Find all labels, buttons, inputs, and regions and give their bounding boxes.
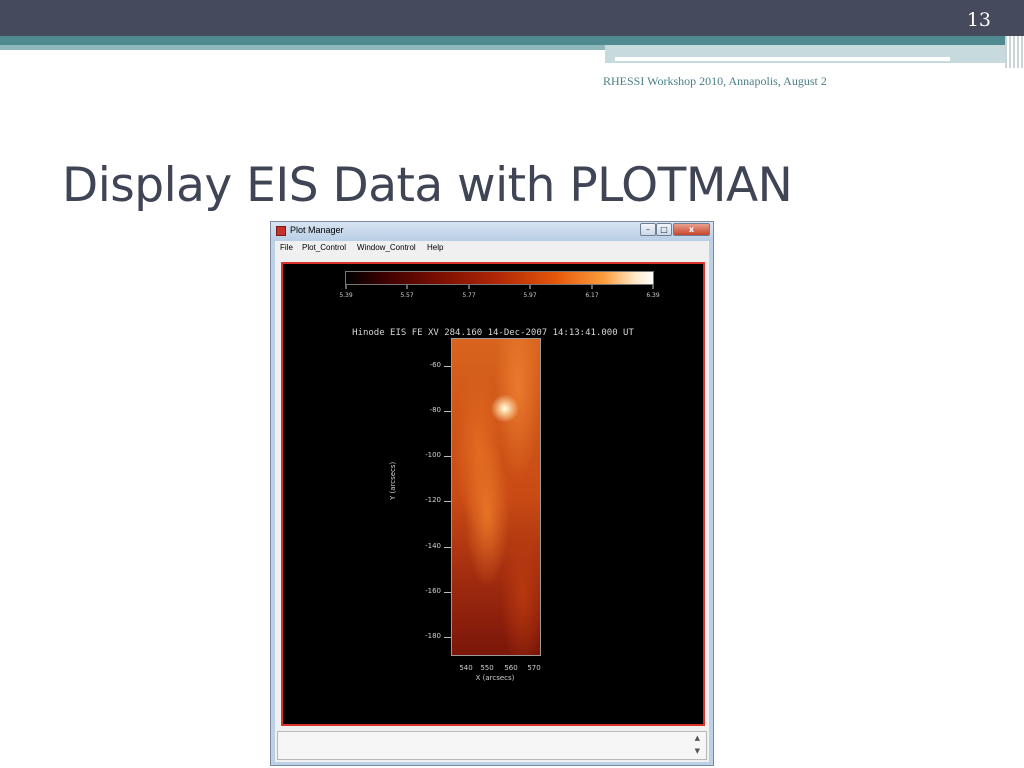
colorbar-label: 5.57 [400,292,414,299]
menu-help[interactable]: Help [427,243,443,252]
menu-file[interactable]: File [280,243,293,252]
y-tick-label: -120 [425,496,441,504]
y-tick-label: -160 [425,587,441,595]
header-accent-band [0,36,1005,45]
y-tick-mark [444,637,451,638]
window-client-area: 5.39 5.57 5.77 5.97 6.17 6.39 Hinode EIS… [275,256,709,762]
y-tick-label: -80 [429,406,441,414]
plot-title: Hinode EIS FE XV 284.160 14-Dec-2007 14:… [352,328,634,338]
y-tick-mark [444,592,451,593]
window-title: Plot Manager [290,225,344,235]
menu-window-control[interactable]: Window_Control [357,243,416,252]
y-axis-title: Y (arcsecs) [389,461,397,500]
x-tick-label: 540 [459,664,473,672]
slide-title: Display EIS Data with PLOTMAN [62,158,793,213]
x-tick-label: 560 [504,664,518,672]
colorbar-label: 6.39 [646,292,660,299]
colorbar-ticks [345,285,654,289]
colorbar-label: 5.97 [523,292,537,299]
y-tick-label: -60 [429,361,441,369]
y-tick-mark [444,547,451,548]
colorbar [345,271,654,285]
y-tick-mark [444,366,451,367]
y-tick-label: -100 [425,451,441,459]
header-stripes [1005,36,1024,68]
plot-canvas[interactable]: 5.39 5.57 5.77 5.97 6.17 6.39 Hinode EIS… [281,262,705,726]
colorbar-label: 6.17 [585,292,599,299]
minimize-button[interactable]: – [640,223,656,236]
x-tick-label: 570 [527,664,541,672]
page-number: 13 [966,9,991,31]
maximize-button[interactable]: □ [656,223,672,236]
status-text-panel[interactable]: ▲ ▼ [277,731,707,760]
x-tick-label: 550 [480,664,494,672]
y-tick-label: -180 [425,632,441,640]
colorbar-label: 5.39 [339,292,353,299]
colorbar-label: 5.77 [462,292,476,299]
app-icon[interactable] [276,226,286,236]
y-tick-mark [444,501,451,502]
header-divider [615,57,950,61]
menu-bar: File Plot_Control Window_Control Help [275,241,709,256]
close-button[interactable]: x [673,223,710,236]
x-axis-title: X (arcsecs) [475,674,515,682]
header-band [0,0,1024,36]
scroll-down-icon[interactable]: ▼ [695,747,700,755]
y-tick-mark [444,456,451,457]
y-tick-mark [444,411,451,412]
window-titlebar[interactable]: Plot Manager – □ x [271,222,713,241]
eis-intensity-map [451,338,541,656]
y-tick-label: -140 [425,542,441,550]
slide-footer-text: RHESSI Workshop 2010, Annapolis, August … [603,74,827,88]
menu-plot-control[interactable]: Plot_Control [302,243,346,252]
plot-manager-window: Plot Manager – □ x File Plot_Control Win… [270,221,714,766]
scroll-up-icon[interactable]: ▲ [695,734,700,742]
